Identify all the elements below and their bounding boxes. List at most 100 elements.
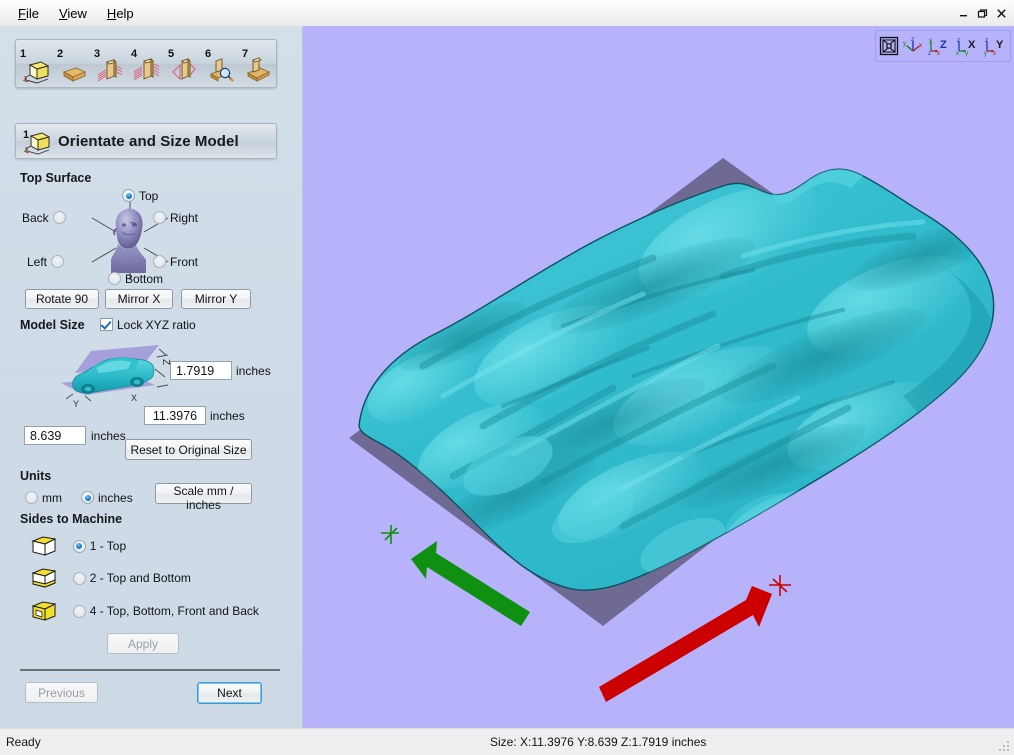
finishing-toolpath-icon — [133, 57, 160, 80]
radio-sides-1-top-label: 1 - Top — [89, 539, 127, 553]
mirror-x-button[interactable]: Mirror X — [105, 289, 173, 309]
wizard-sidebar: 1 2 3 4 5 6 7 1 Orientate and Size Model… — [0, 26, 303, 728]
top-surface-diagram: Top Back Right Left Front Bottom — [20, 188, 282, 288]
svg-text:X: X — [131, 393, 137, 403]
radio-top-surface-left-label: Left — [27, 254, 48, 269]
lock-xyz-ratio-row: Lock XYZ ratio — [100, 317, 196, 332]
step-3-roughing-toolpath[interactable]: 3 — [93, 44, 127, 84]
rotate-90-button[interactable]: Rotate 90 — [25, 289, 99, 309]
cube-top-bottom-icon — [31, 568, 57, 588]
radio-row-front: Front — [153, 254, 198, 269]
isometric-view-button[interactable]: z x y — [902, 34, 924, 58]
step-1-orientate-size-model[interactable]: 1 — [19, 44, 53, 84]
mirror-y-button[interactable]: Mirror Y — [181, 289, 251, 309]
previous-button[interactable]: Previous — [25, 682, 98, 703]
lock-xyz-ratio-checkbox[interactable] — [100, 318, 113, 332]
model-size-group-label: Model Size — [20, 318, 85, 332]
step-6-preview-toolpath[interactable]: 6 — [204, 44, 238, 84]
view-toolbar: z x y Z y z x — [875, 30, 1011, 62]
step-5-number: 5 — [168, 47, 175, 60]
radio-units-mm[interactable] — [25, 491, 38, 505]
z-view-button[interactable]: Z y z x — [926, 34, 952, 58]
sides-option-2-row: 2 - Top and Bottom — [30, 565, 191, 591]
radio-row-top: Top — [122, 188, 158, 203]
x-view-button[interactable]: X z x y — [954, 34, 980, 58]
close-icon[interactable] — [993, 5, 1010, 22]
step-4-number: 4 — [131, 47, 138, 60]
x-axis-marker — [769, 575, 791, 596]
svg-text:Y: Y — [996, 39, 1004, 51]
reset-to-original-size-button[interactable]: Reset to Original Size — [125, 439, 252, 460]
menubar: File View Help — [8, 0, 144, 26]
radio-top-surface-top[interactable] — [122, 189, 135, 203]
apply-button[interactable]: Apply — [107, 633, 179, 654]
step-4-finishing-toolpath[interactable]: 4 — [130, 44, 164, 84]
svg-text:X: X — [968, 39, 976, 51]
page-title: Orientate and Size Model — [58, 132, 239, 150]
next-button[interactable]: Next — [197, 682, 262, 704]
titlebar: File View Help — [0, 0, 1014, 27]
radio-top-surface-right[interactable] — [153, 211, 166, 225]
radio-units-mm-label: mm — [42, 490, 62, 505]
radio-top-surface-front-label: Front — [170, 254, 199, 269]
radio-row-bottom: Bottom — [108, 271, 163, 286]
radio-sides-2-top-bottom[interactable] — [72, 571, 86, 585]
step-2-number: 2 — [57, 47, 64, 60]
roughing-toolpath-icon — [97, 58, 123, 81]
radio-sides-2-top-bottom-label: 2 - Top and Bottom — [89, 571, 191, 585]
axis-x-icon: X z x y — [956, 38, 976, 57]
step-5-cutout-toolpath[interactable]: 5 — [167, 44, 201, 84]
step-7-save-toolpath[interactable]: 7 — [241, 44, 275, 84]
radio-top-surface-bottom-label: Bottom — [125, 271, 164, 286]
radio-top-surface-left[interactable] — [51, 255, 65, 269]
resize-grip-icon[interactable] — [997, 739, 1011, 753]
svg-text:x: x — [937, 51, 940, 57]
radio-row-mm: mm — [25, 490, 62, 505]
axis-z-icon: Z y z x — [928, 38, 947, 57]
radio-top-surface-bottom[interactable] — [108, 272, 121, 286]
radio-top-surface-front[interactable] — [153, 255, 166, 269]
y-view-button[interactable]: Y z y x — [982, 34, 1008, 58]
sides-to-machine-group-label: Sides to Machine — [20, 512, 123, 526]
model-size-y-input[interactable] — [24, 426, 86, 445]
radio-top-surface-top-label: Top — [139, 188, 159, 203]
maximize-icon[interactable] — [974, 5, 991, 22]
minimize-icon[interactable] — [955, 5, 972, 22]
status-size-text: Size: X:11.3976 Y:8.639 Z:1.7919 inches — [490, 735, 707, 749]
radio-top-surface-back-label: Back — [22, 210, 49, 225]
units-group-label: Units — [20, 469, 52, 483]
svg-text:x: x — [993, 51, 996, 57]
axis-y-icon: Y z y x — [984, 38, 1004, 57]
step-1-number: 1 — [20, 47, 27, 60]
menu-file[interactable]: File — [8, 3, 49, 24]
fit-to-view-button[interactable] — [878, 34, 900, 58]
model-3d-viewport[interactable]: z x y Z y z x — [303, 26, 1014, 728]
radio-top-surface-back[interactable] — [52, 211, 66, 225]
panel-header-step-number: 1 — [23, 129, 30, 141]
radio-units-inches[interactable] — [81, 491, 94, 505]
step-2-material-setup[interactable]: 2 — [56, 44, 90, 84]
menu-file-label: ile — [25, 5, 39, 21]
menu-help[interactable]: Help — [97, 3, 144, 24]
terrain-model-render — [349, 158, 995, 702]
menu-view[interactable]: View — [49, 3, 97, 24]
scale-mm-inches-button[interactable]: Scale mm / inches — [155, 483, 252, 512]
menu-help-label: elp — [116, 5, 134, 21]
panel-header: 1 Orientate and Size Model — [15, 123, 277, 159]
svg-text:Z: Z — [940, 39, 947, 51]
material-block-icon — [62, 67, 87, 82]
cube-four-sides-icon — [31, 601, 57, 621]
model-size-z-unit: inches — [236, 364, 271, 378]
step-6-number: 6 — [205, 47, 212, 60]
radio-sides-1-top[interactable] — [72, 539, 86, 553]
menu-view-label: iew — [67, 5, 87, 21]
svg-text:y: y — [984, 51, 987, 57]
save-toolpath-icon — [246, 56, 271, 82]
radio-sides-4-all[interactable] — [72, 604, 86, 618]
radio-row-back: Back — [22, 210, 66, 225]
radio-top-surface-right-label: Right — [170, 210, 199, 225]
lock-xyz-ratio-label: Lock XYZ ratio — [117, 317, 196, 332]
model-size-z-input[interactable] — [170, 361, 232, 380]
model-size-x-input[interactable] — [144, 406, 206, 425]
svg-text:Y: Y — [73, 399, 79, 409]
